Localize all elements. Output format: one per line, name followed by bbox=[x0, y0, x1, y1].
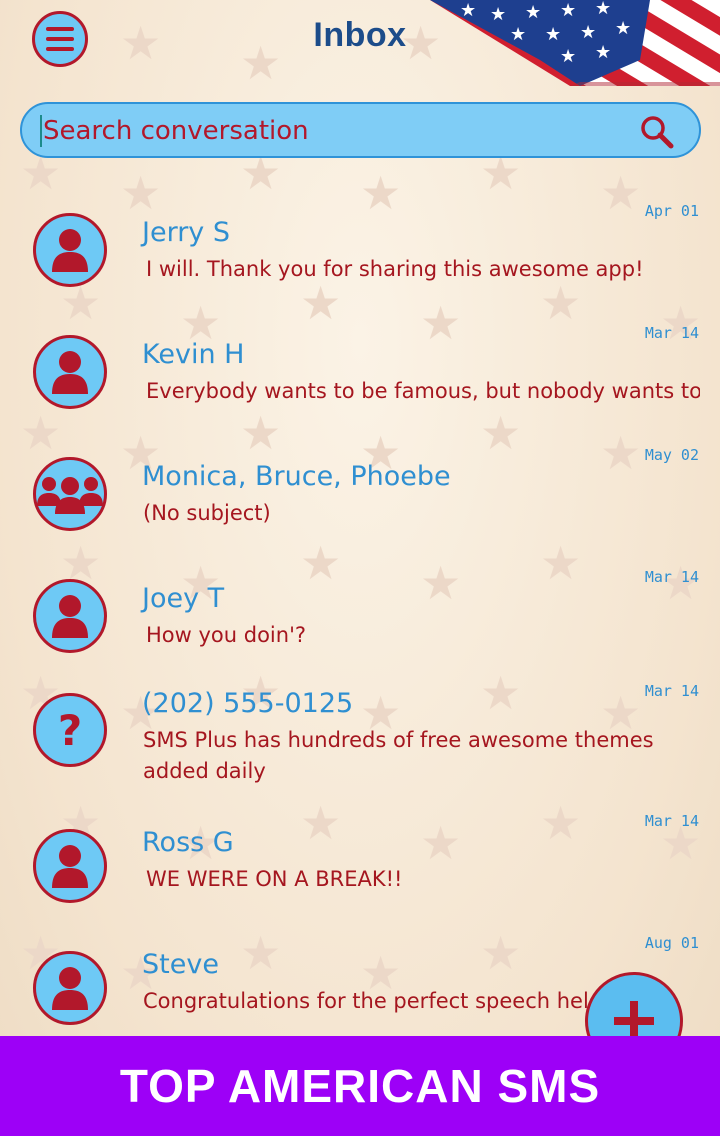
svg-text:★: ★ bbox=[525, 2, 541, 23]
svg-text:★: ★ bbox=[595, 42, 611, 63]
contact-name: Joey T bbox=[142, 583, 225, 614]
contact-name: Kevin H bbox=[142, 339, 245, 370]
message-date: Mar 14 bbox=[644, 682, 699, 700]
message-date: Mar 14 bbox=[644, 568, 699, 586]
conversation-item[interactable]: Kevin H Everybody wants to be famous, bu… bbox=[0, 312, 720, 434]
message-date: Aug 01 bbox=[644, 934, 699, 952]
message-date: Apr 01 bbox=[644, 202, 699, 220]
person-icon bbox=[33, 579, 107, 653]
app-header: Inbox ★ ★ ★ ★ ★ ★ ★ ★ ★ ★ ★ bbox=[0, 0, 720, 90]
svg-text:★: ★ bbox=[560, 46, 576, 67]
svg-text:★: ★ bbox=[510, 24, 526, 45]
message-date: Mar 14 bbox=[644, 324, 699, 342]
message-date: Mar 14 bbox=[644, 812, 699, 830]
svg-text:★: ★ bbox=[545, 24, 561, 45]
message-preview: Everybody wants to be famous, but nobody… bbox=[146, 379, 700, 403]
contact-name: Ross G bbox=[142, 827, 234, 858]
message-preview: SMS Plus has hundreds of free awesome th… bbox=[143, 728, 654, 783]
group-icon bbox=[33, 457, 107, 531]
search-icon[interactable] bbox=[639, 114, 675, 150]
us-flag-icon: ★ ★ ★ ★ ★ ★ ★ ★ ★ ★ ★ bbox=[430, 0, 720, 86]
conversation-list: Jerry S I will. Thank you for sharing th… bbox=[0, 190, 720, 1046]
conversation-item[interactable]: Monica, Bruce, Phoebe (No subject) May 0… bbox=[0, 434, 720, 556]
svg-text:★: ★ bbox=[595, 0, 611, 19]
conversation-item[interactable]: Joey T How you doin'? Mar 14 bbox=[0, 556, 720, 678]
contact-name: Steve bbox=[142, 949, 219, 980]
message-date: May 02 bbox=[644, 446, 699, 464]
search-input[interactable]: Search conversation bbox=[40, 115, 309, 147]
conversation-item[interactable]: ? (202) 555-0125 SMS Plus has hundreds o… bbox=[0, 678, 720, 802]
svg-text:★: ★ bbox=[490, 4, 506, 25]
conversation-item[interactable]: Ross G WE WERE ON A BREAK!! Mar 14 bbox=[0, 802, 720, 924]
promo-banner: TOP AMERICAN SMS bbox=[0, 1036, 720, 1136]
contact-name: Monica, Bruce, Phoebe bbox=[142, 461, 451, 492]
message-preview: How you doin'? bbox=[146, 623, 306, 647]
svg-text:★: ★ bbox=[460, 0, 476, 21]
svg-text:★: ★ bbox=[580, 22, 596, 43]
svg-text:★: ★ bbox=[560, 0, 576, 21]
message-preview: WE WERE ON A BREAK!! bbox=[146, 867, 403, 891]
unknown-contact-icon: ? bbox=[33, 693, 107, 767]
person-icon bbox=[33, 213, 107, 287]
svg-text:★: ★ bbox=[615, 18, 631, 39]
banner-text: TOP AMERICAN SMS bbox=[119, 1060, 601, 1112]
contact-name: (202) 555-0125 bbox=[142, 688, 354, 719]
message-preview: I will. Thank you for sharing this aweso… bbox=[146, 257, 644, 281]
search-bar[interactable]: Search conversation bbox=[20, 102, 701, 158]
person-icon bbox=[33, 951, 107, 1025]
person-icon bbox=[33, 335, 107, 409]
person-icon bbox=[33, 829, 107, 903]
message-preview: (No subject) bbox=[143, 501, 271, 525]
conversation-item[interactable]: Jerry S I will. Thank you for sharing th… bbox=[0, 190, 720, 312]
message-preview: Congratulations for the perfect speech h… bbox=[143, 989, 592, 1013]
contact-name: Jerry S bbox=[142, 217, 231, 248]
